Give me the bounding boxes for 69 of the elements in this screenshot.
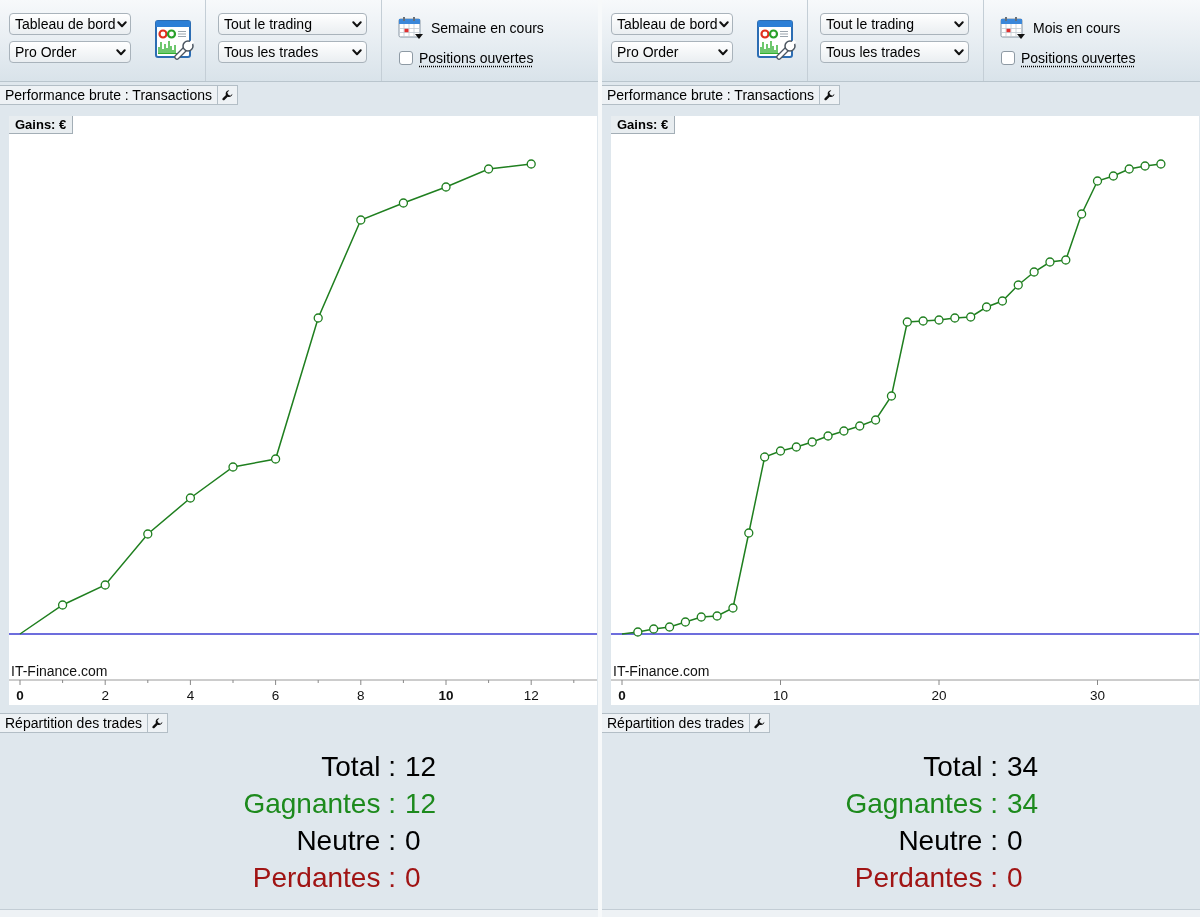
calendar-icon[interactable] [398,16,424,40]
stat-label: Perdantes : [252,861,396,895]
axis-tick-label: 6 [271,688,280,703]
stat-label: Perdantes : [854,861,998,895]
chevron-down-icon [352,20,362,28]
axis-tick-label: 4 [186,688,195,703]
stat-label: Total : [321,750,396,784]
chevron-down-icon [117,20,128,28]
stat-label: Gagnantes : [243,787,396,821]
axis-tick-label: 30 [1090,688,1105,703]
stat-value: 0 [1007,861,1023,895]
period-label: Semaine en cours [431,21,544,35]
checkbox[interactable] [399,51,413,65]
axis-tick-label: 10 [773,688,788,703]
wrench-button[interactable] [147,713,168,733]
stat-value: 12 [405,787,437,821]
axis-tick-label: 10 [438,688,454,703]
brand-label: IT-Finance.com [11,663,108,679]
wrench-icon [222,89,233,101]
open-positions-label[interactable]: Positions ouvertes [419,51,534,65]
stat-value: 34 [1007,750,1039,784]
chart-wrench-icon[interactable] [757,20,797,60]
stat-label: Total : [923,750,998,784]
open-positions-label[interactable]: Positions ouvertes [1021,51,1136,65]
chevron-down-icon [116,48,126,56]
chart-wrench-icon[interactable] [155,20,195,60]
stat-value: 0 [405,861,421,895]
chevron-down-icon [954,20,964,28]
panel-title: Performance brute : Transactions [602,85,820,105]
axis-tick-label: 0 [618,688,626,703]
dropdown[interactable]: Pro Order [611,41,733,63]
dropdown[interactable]: Tous les trades [820,41,969,63]
chevron-down-icon [352,48,362,56]
chevron-down-icon [719,20,730,28]
axis-tick-label: 2 [101,688,109,703]
dropdown[interactable]: Tous les trades [218,41,367,63]
axis-tick-label: 12 [523,688,539,703]
wrench-button[interactable] [218,85,238,105]
checkbox[interactable] [1001,51,1015,65]
calendar-icon[interactable] [1000,16,1026,40]
stat-label: Neutre : [898,824,998,858]
stat-label: Gagnantes : [845,787,998,821]
axis-title: Gains: € [611,116,676,134]
dropdown[interactable]: Tout le trading [218,13,367,35]
period-label: Mois en cours [1033,21,1121,35]
panel-title: Répartition des trades [0,713,148,733]
axis-title: Gains: € [9,116,74,134]
chevron-down-icon [718,48,728,56]
stat-value: 34 [1007,787,1039,821]
stat-value: 0 [1007,824,1023,858]
dropdown[interactable]: Tableau de bord [9,13,131,35]
wrench-icon [151,717,163,729]
stat-label: Neutre : [296,824,396,858]
stat-value: 12 [405,750,437,784]
panel-title: Répartition des trades [602,713,750,733]
brand-label: IT-Finance.com [613,663,710,679]
axis-tick-label: 8 [357,688,365,703]
wrench-button[interactable] [820,85,840,105]
wrench-button[interactable] [749,713,770,733]
dropdown[interactable]: Pro Order [9,41,131,63]
dropdown[interactable]: Tout le trading [820,13,969,35]
wrench-icon [824,89,835,101]
chevron-down-icon [954,48,964,56]
wrench-icon [753,717,765,729]
stat-value: 0 [405,824,421,858]
dropdown[interactable]: Tableau de bord [611,13,733,35]
panel-title: Performance brute : Transactions [0,85,218,105]
axis-tick-label: 0 [16,688,24,703]
axis-tick-label: 20 [931,688,947,703]
